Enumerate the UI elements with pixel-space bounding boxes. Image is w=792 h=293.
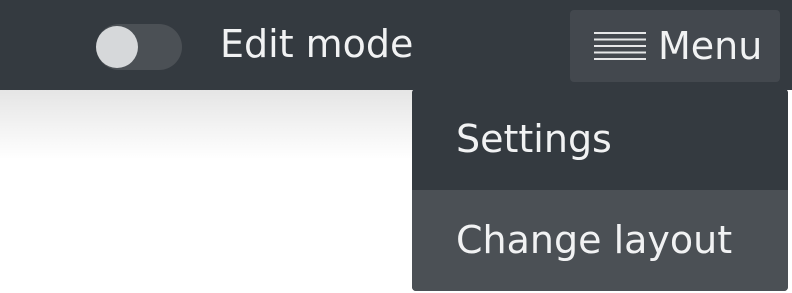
menu-item-settings[interactable]: Settings xyxy=(412,89,788,190)
menu-item-label: Change layout xyxy=(456,218,733,262)
menu-button[interactable]: Menu xyxy=(570,10,780,82)
menu-item-label: Settings xyxy=(456,117,612,161)
content-shadow xyxy=(0,90,420,160)
menu-label: Menu xyxy=(658,24,763,68)
edit-mode-toggle[interactable] xyxy=(96,24,182,70)
page: Edit mode Menu Settings Change layout xyxy=(0,0,792,293)
menu-item-change-layout[interactable]: Change layout xyxy=(412,190,788,291)
hamburger-icon xyxy=(594,32,646,60)
edit-mode-label[interactable]: Edit mode xyxy=(220,19,413,69)
menu-dropdown: Settings Change layout xyxy=(412,89,788,291)
top-navbar: Edit mode Menu xyxy=(0,0,792,90)
toggle-knob xyxy=(96,26,138,68)
